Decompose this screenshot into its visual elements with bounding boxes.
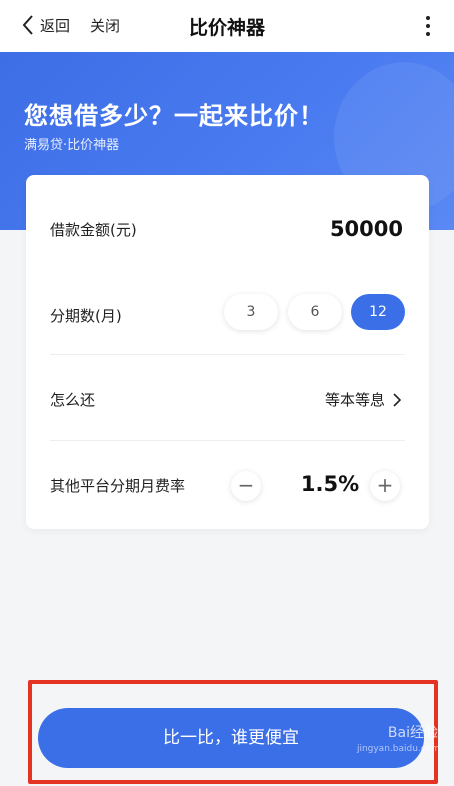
more-icon[interactable]	[422, 14, 434, 38]
watermark-logo: Bai经验	[387, 725, 438, 741]
rate-increase-button[interactable]: +	[370, 471, 400, 501]
repayment-label: 怎么还	[50, 391, 96, 409]
repayment-select[interactable]: 等本等息	[325, 389, 401, 410]
amount-row: 借款金额(元) 50000	[26, 175, 429, 275]
page-title: 比价神器	[188, 17, 265, 39]
loan-form-card: 借款金额(元) 50000 分期数(月) 3 6 12 怎么还 等本等息 其他平…	[26, 175, 429, 529]
rate-label: 其他平台分期月费率	[50, 477, 186, 495]
top-bar: 返回 关闭 比价神器	[0, 0, 454, 52]
watermark-url: jingyan.baidu.com	[356, 744, 440, 754]
chevron-right-icon	[393, 392, 401, 407]
banner-subtitle: 满易贷·比价神器	[24, 138, 120, 153]
rate-value[interactable]: 1.5%	[288, 472, 372, 496]
period-option-3[interactable]: 3	[224, 294, 278, 330]
rate-decrease-button[interactable]: −	[231, 471, 261, 501]
period-option-6[interactable]: 6	[288, 294, 342, 330]
period-option-12[interactable]: 12	[351, 294, 405, 330]
repayment-value: 等本等息	[324, 391, 385, 409]
compare-button[interactable]: 比一比，谁更便宜	[38, 708, 424, 768]
periods-label: 分期数(月)	[50, 307, 122, 325]
amount-input[interactable]: 50000	[330, 217, 403, 241]
amount-label: 借款金额(元)	[50, 221, 137, 239]
banner-headline: 您想借多少？一起来比价！	[24, 102, 324, 130]
